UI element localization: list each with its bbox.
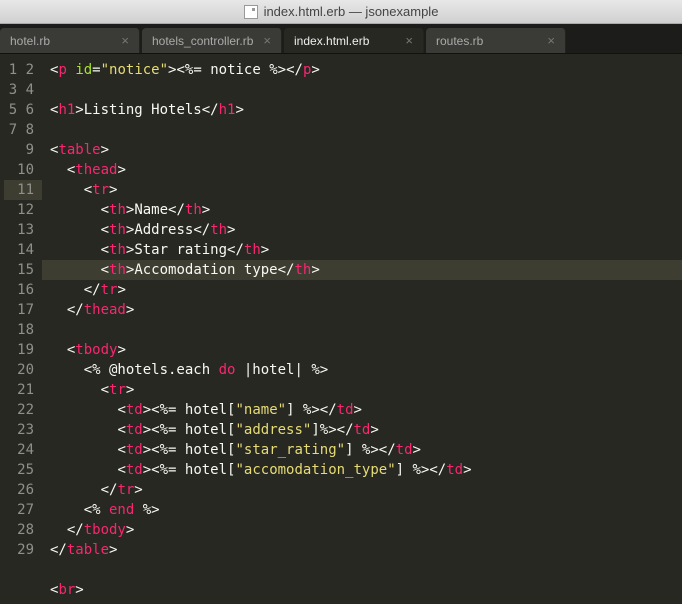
code-editor[interactable]: 1 2 3 4 5 6 7 8 9 10 11 12 13 14 15 16 1… bbox=[0, 54, 682, 604]
tab-bar: hotel.rb × hotels_controller.rb × index.… bbox=[0, 24, 682, 54]
tab-hotels-controller-rb[interactable]: hotels_controller.rb × bbox=[142, 28, 282, 53]
close-icon[interactable]: × bbox=[405, 33, 413, 48]
tab-hotel-rb[interactable]: hotel.rb × bbox=[0, 28, 140, 53]
close-icon[interactable]: × bbox=[263, 33, 271, 48]
tab-label: hotel.rb bbox=[10, 34, 50, 48]
cursor-line: <th>Accomodation type</th> bbox=[42, 260, 682, 280]
tab-label: hotels_controller.rb bbox=[152, 34, 253, 48]
tab-label: routes.rb bbox=[436, 34, 483, 48]
close-icon[interactable]: × bbox=[547, 33, 555, 48]
window-titlebar: index.html.erb — jsonexample bbox=[0, 0, 682, 24]
window-title: index.html.erb — jsonexample bbox=[264, 4, 439, 19]
tab-routes-rb[interactable]: routes.rb × bbox=[426, 28, 566, 53]
close-icon[interactable]: × bbox=[121, 33, 129, 48]
tab-index-html-erb[interactable]: index.html.erb × bbox=[284, 28, 424, 53]
code-content[interactable]: <p id="notice"><%= notice %></p> <h1>Lis… bbox=[42, 54, 682, 604]
tab-label: index.html.erb bbox=[294, 34, 369, 48]
line-number-gutter: 1 2 3 4 5 6 7 8 9 10 11 12 13 14 15 16 1… bbox=[0, 54, 42, 604]
file-icon bbox=[244, 5, 258, 19]
